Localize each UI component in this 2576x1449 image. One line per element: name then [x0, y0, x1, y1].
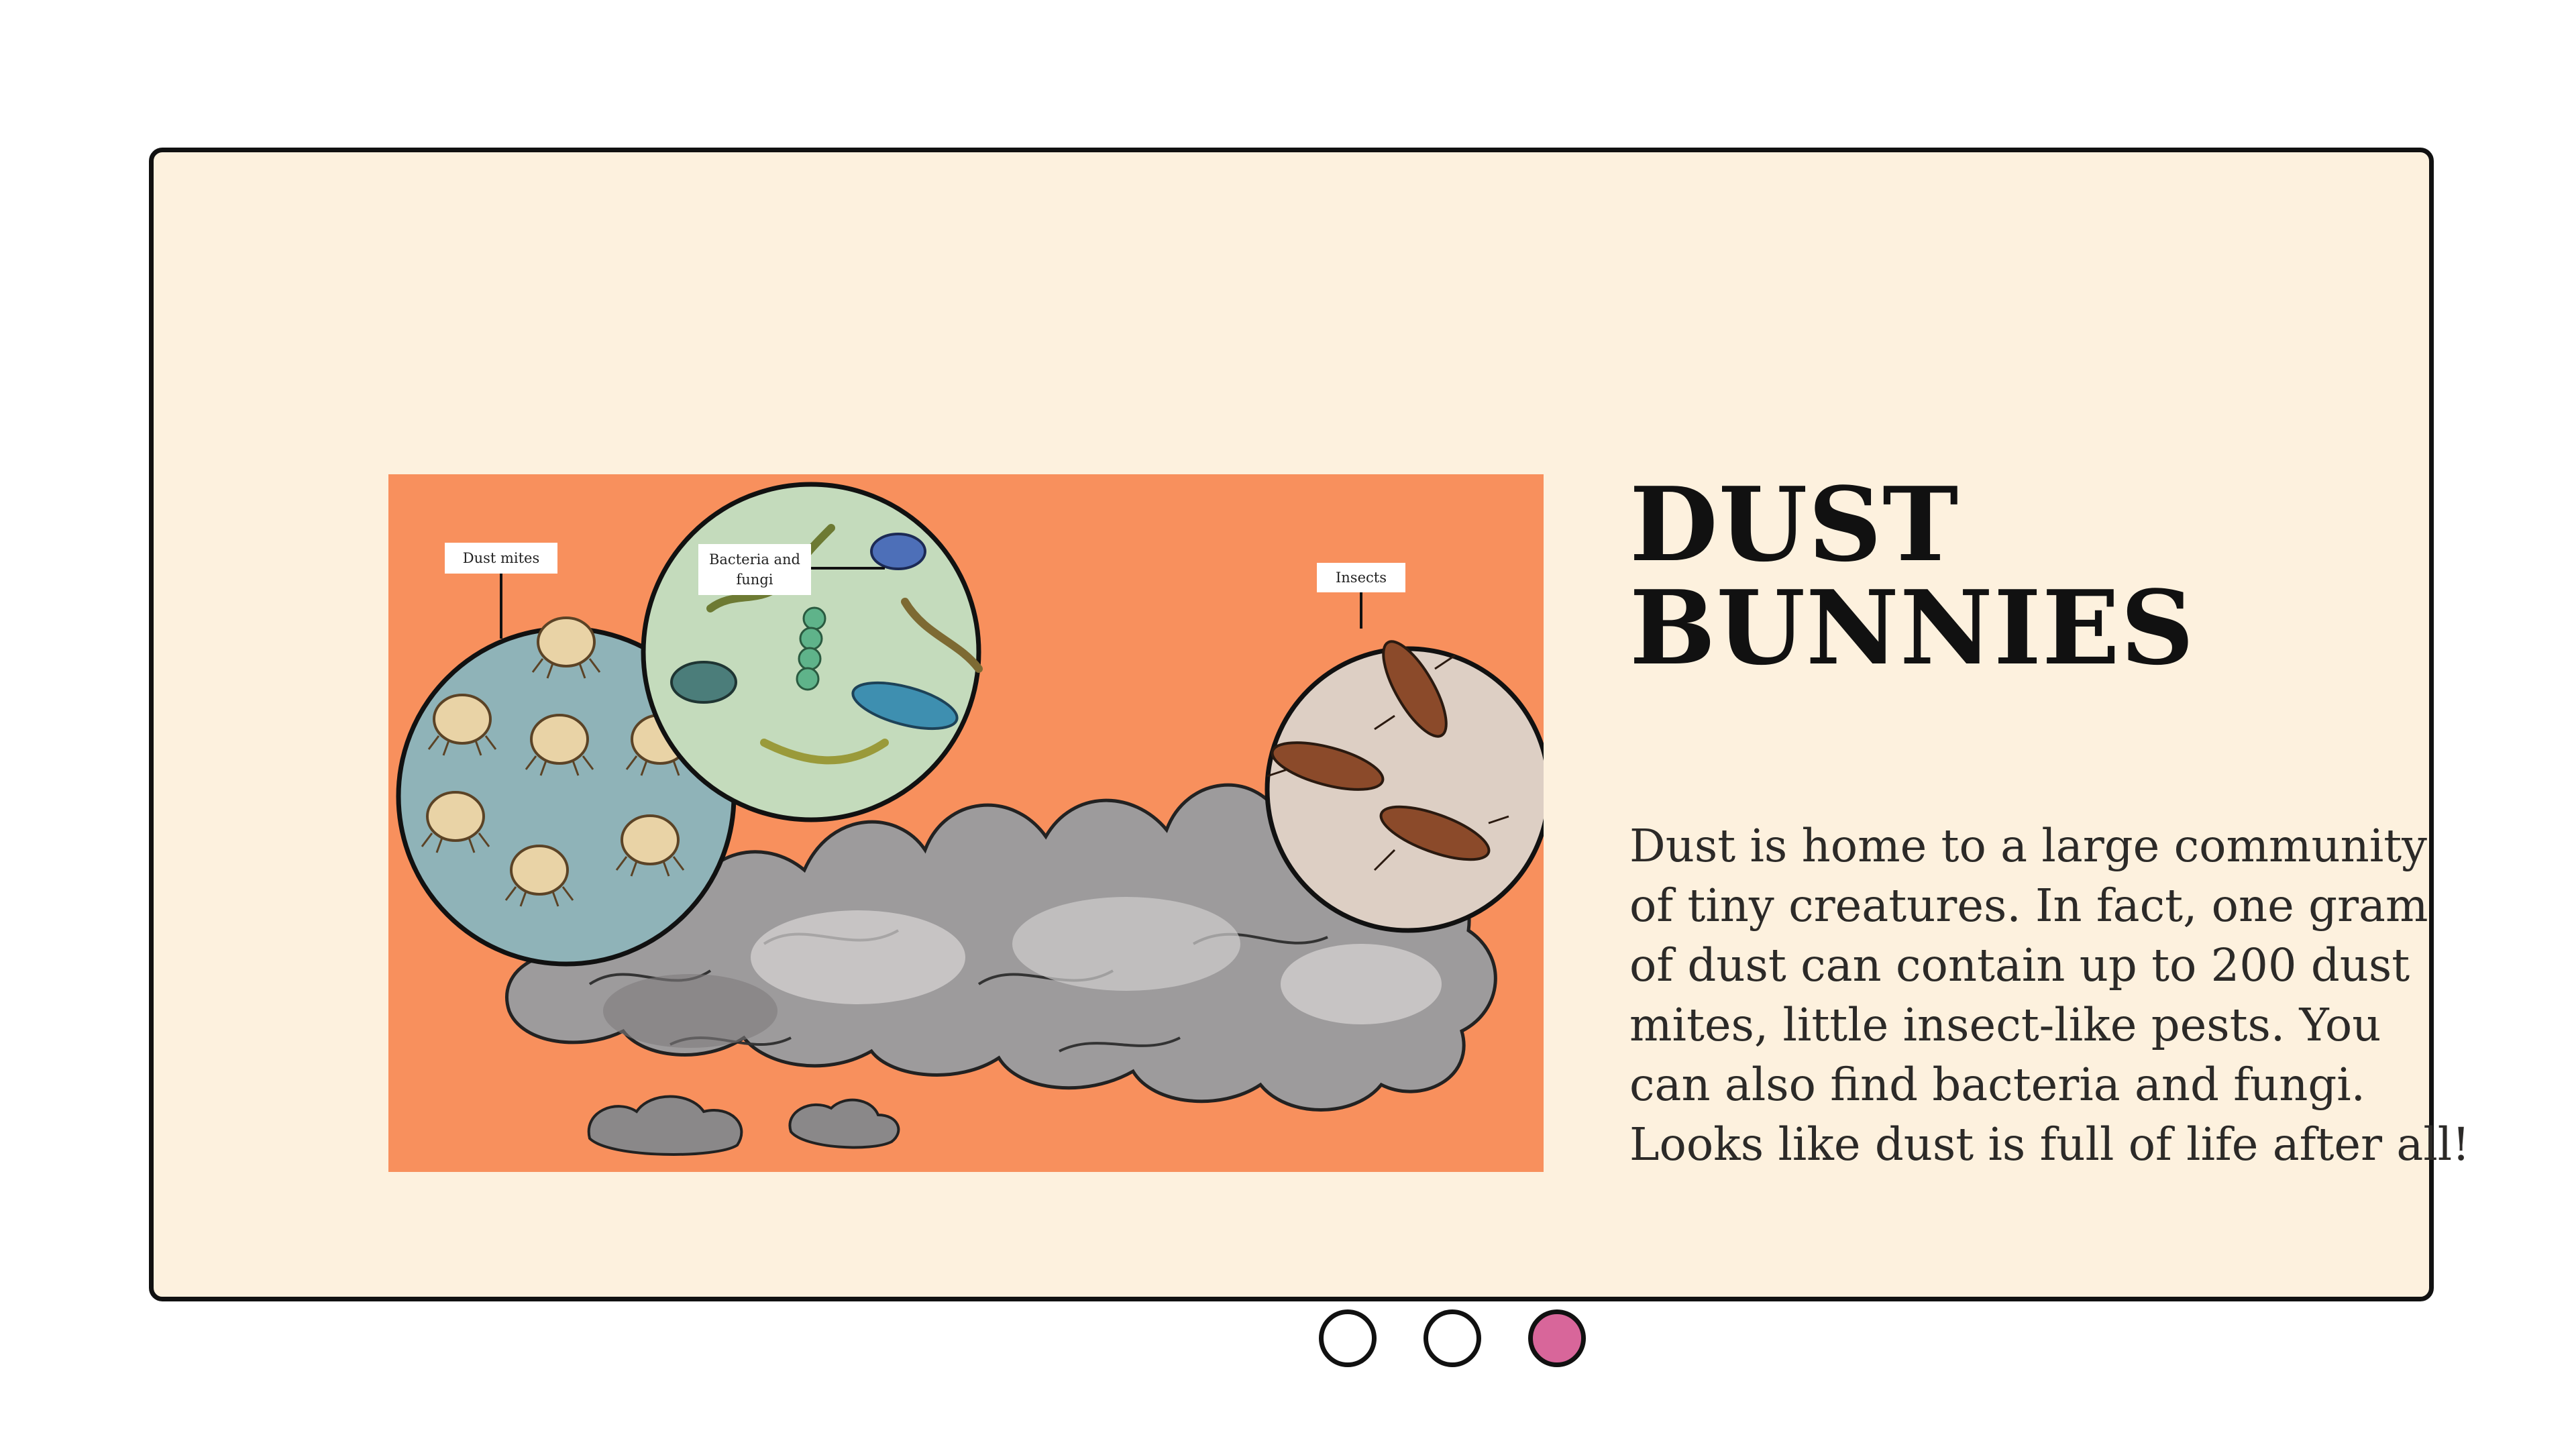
label-bacteria-line2: fungi	[737, 572, 773, 588]
carousel-pagination	[1319, 1309, 1586, 1367]
label-bacteria-line1: Bacteria and	[709, 551, 800, 568]
slide-body-text: Dust is home to a large community of tin…	[1629, 816, 2488, 1175]
carousel-dot-1[interactable]	[1319, 1309, 1377, 1367]
body-line-3: of dust can contain up to 200 dust	[1629, 939, 2410, 991]
slide-title-line-2: BUNNIES	[1629, 568, 2195, 688]
body-line-4: mites, little insect-like pests. You	[1629, 999, 2381, 1051]
slide-title-line-1: DUST	[1629, 464, 1960, 584]
slide-title: DUST BUNNIES	[1629, 473, 2434, 680]
body-line-1: Dust is home to a large community	[1629, 820, 2428, 872]
body-line-6: Looks like dust is full of life after al…	[1629, 1118, 2471, 1171]
label-dust-mites-text: Dust mites	[463, 550, 540, 566]
slide-card: Dust mites Bacteria and fungi Insects DU…	[149, 148, 2470, 1367]
label-insects-text: Insects	[1336, 570, 1387, 586]
carousel-dot-2[interactable]	[1424, 1309, 1481, 1367]
dust-bunnies-illustration: Dust mites Bacteria and fungi Insects	[388, 474, 1544, 1172]
body-line-2: of tiny creatures. In fact, one gram	[1629, 879, 2428, 932]
carousel-dot-3[interactable]	[1528, 1309, 1586, 1367]
bacteria-fungi-circle	[641, 482, 983, 822]
illustration-svg: Dust mites Bacteria and fungi Insects	[388, 474, 1544, 1172]
body-line-5: can also find bacteria and fungi.	[1629, 1059, 2365, 1111]
